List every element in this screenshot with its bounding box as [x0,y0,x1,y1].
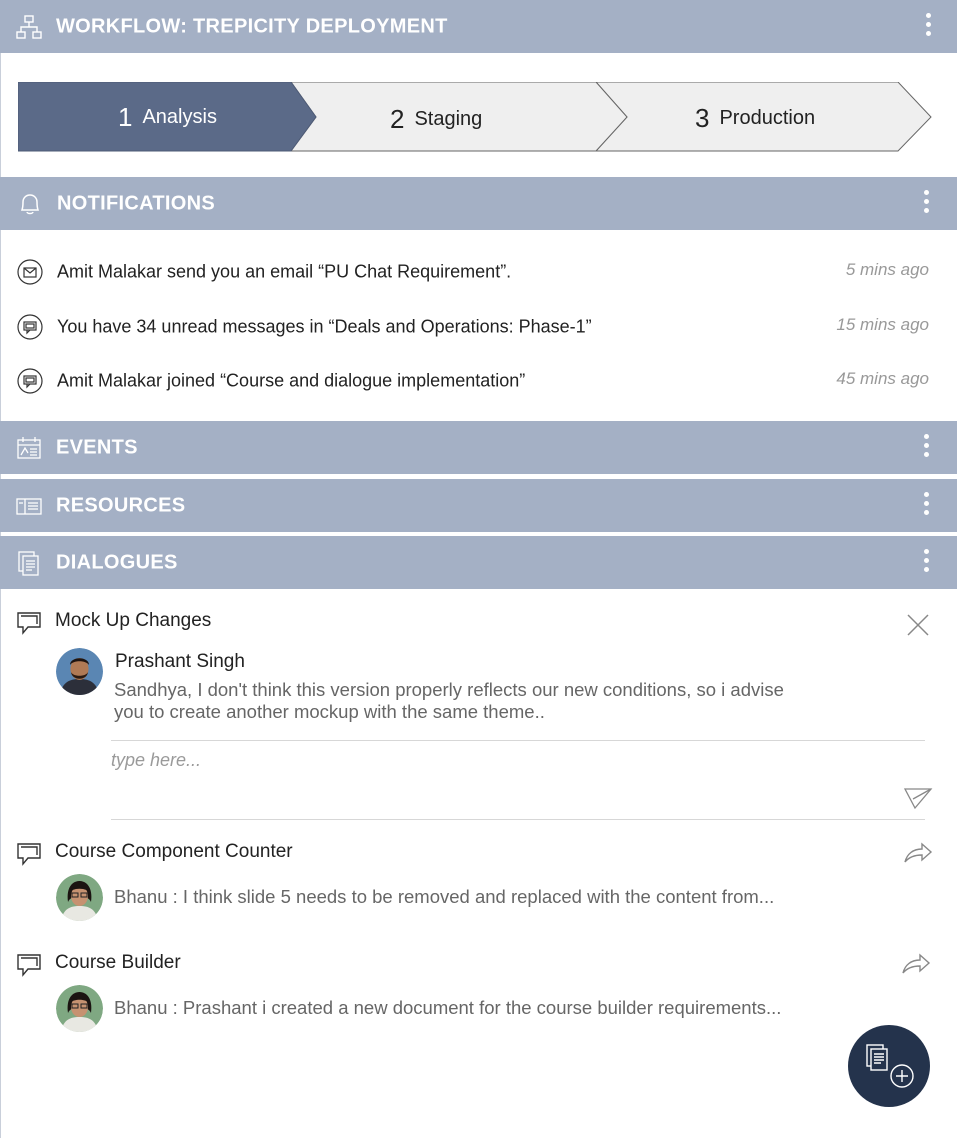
share-icon[interactable] [901,952,931,976]
notifications-menu-button[interactable] [919,189,933,218]
workflow-header: WORKFLOW: TREPICITY DEPLOYMENT [0,0,957,53]
message-line: Sandhya, I don't think this version prop… [114,679,784,700]
notification-text: You have 34 unread messages in “Deals an… [57,316,592,337]
email-icon [17,259,43,285]
workflow-title: WORKFLOW: TREPICITY DEPLOYMENT [56,15,448,37]
speech-bubble-icon [17,954,41,977]
dialogue-title[interactable]: Course Component Counter [55,841,293,863]
workflow-menu-button[interactable] [921,12,935,41]
speech-bubble-icon [17,612,41,635]
step-analysis[interactable]: 1 Analysis [118,82,217,152]
notification-time: 45 mins ago [836,369,929,388]
chat-icon [17,368,43,394]
send-icon[interactable] [903,785,933,811]
bell-icon [20,193,40,214]
new-dialogue-button[interactable] [848,1025,930,1107]
step-production-label: Production [719,106,816,129]
step-analysis-number: 1 [118,101,133,132]
step-staging-label: Staging [414,107,483,130]
reply-box [111,740,933,820]
notification-item[interactable]: Amit Malakar joined “Course and dialogue… [0,361,957,401]
notifications-header: NOTIFICATIONS [0,177,957,230]
workflow-icon [16,14,42,39]
notification-item[interactable]: Amit Malakar send you an email “PU Chat … [0,252,957,292]
notification-time: 5 mins ago [845,260,929,279]
resources-menu-button[interactable] [919,491,933,520]
notification-text: Amit Malakar joined “Course and dialogue… [57,370,526,391]
dialogue-title[interactable]: Course Builder [55,952,181,974]
dialogues-title: DIALOGUES [56,551,178,573]
notification-time: 15 mins ago [836,315,929,334]
chat-icon [17,314,43,340]
events-menu-button[interactable] [919,433,933,462]
message-line: you to create another mockup with the sa… [114,701,545,722]
step-production[interactable]: 3 Production [695,83,815,153]
speech-bubble-icon [17,843,41,866]
documents-icon [18,550,39,576]
notifications-title: NOTIFICATIONS [57,192,215,214]
resources-header[interactable]: RESOURCES [0,479,957,532]
share-icon[interactable] [903,841,933,865]
dialogues-header[interactable]: DIALOGUES [0,536,957,589]
calendar-icon [17,436,41,459]
workflow-stepper: 1 Analysis 2 Staging 3 Production [18,82,934,152]
events-header[interactable]: EVENTS [0,421,957,474]
avatar [56,985,103,1032]
step-staging[interactable]: 2 Staging [390,84,482,154]
notification-text: Amit Malakar send you an email “PU Chat … [57,261,512,282]
step-staging-number: 2 [390,103,405,134]
notification-item[interactable]: You have 34 unread messages in “Deals an… [0,307,957,347]
close-icon[interactable] [905,612,931,638]
avatar [56,648,103,695]
message-preview: Bhanu : I think slide 5 needs to be remo… [114,886,775,907]
dialogues-menu-button[interactable] [919,548,933,577]
dialogue-title[interactable]: Mock Up Changes [55,610,211,632]
avatar [56,874,103,921]
reply-input[interactable] [111,747,871,773]
events-title: EVENTS [56,436,138,458]
message-preview: Bhanu : Prashant i created a new documen… [114,997,782,1018]
step-production-number: 3 [695,102,710,133]
author-name: Prashant Singh [115,651,245,672]
resources-title: RESOURCES [56,494,186,516]
add-document-icon [866,1044,914,1088]
step-analysis-label: Analysis [142,105,217,128]
book-icon [16,497,42,515]
